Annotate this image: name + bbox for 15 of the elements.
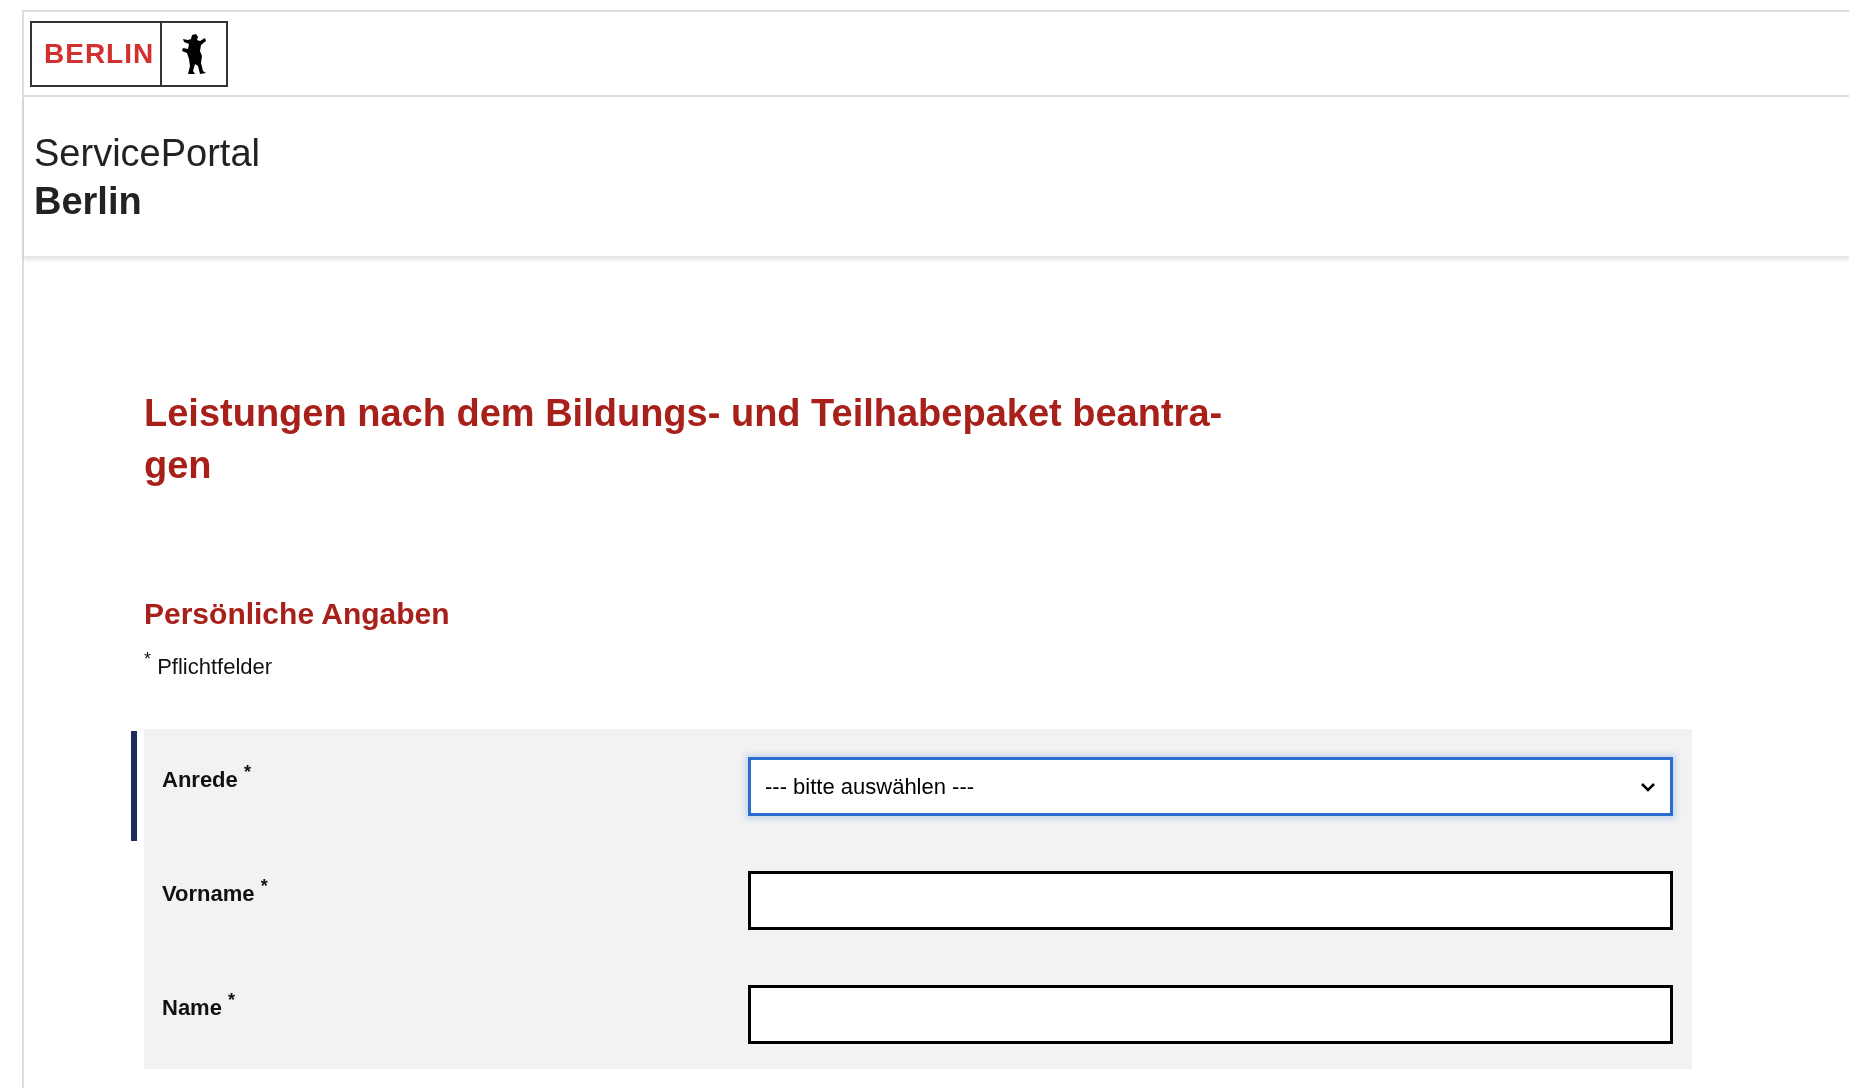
logo-text: BERLIN: [32, 22, 162, 85]
berlin-logo[interactable]: BERLIN: [30, 20, 228, 87]
portal-name[interactable]: ServicePortal Berlin: [34, 129, 1849, 225]
section-heading: Persönliche Angaben: [144, 596, 451, 632]
chevron-down-icon: [1640, 781, 1656, 792]
input-field[interactable]: [748, 871, 1673, 930]
input-field[interactable]: [748, 985, 1673, 1044]
field-label: Name $^{*}$: [162, 995, 236, 1020]
select-value: --- bitte auswählen ---: [765, 773, 975, 801]
field-label: Anrede $^{*}$: [162, 767, 251, 792]
select-field[interactable]: --- bitte auswählen ---: [748, 757, 1673, 816]
required-legend: $^{*}$ Pflichtfelder: [144, 650, 1849, 683]
page-title: Leistungen nach dem Bildungs- und Teilhabepaket beantra-gen: [144, 391, 1224, 488]
field-label: Vorname $^{*}$: [162, 881, 268, 906]
bear-icon: [181, 32, 207, 75]
